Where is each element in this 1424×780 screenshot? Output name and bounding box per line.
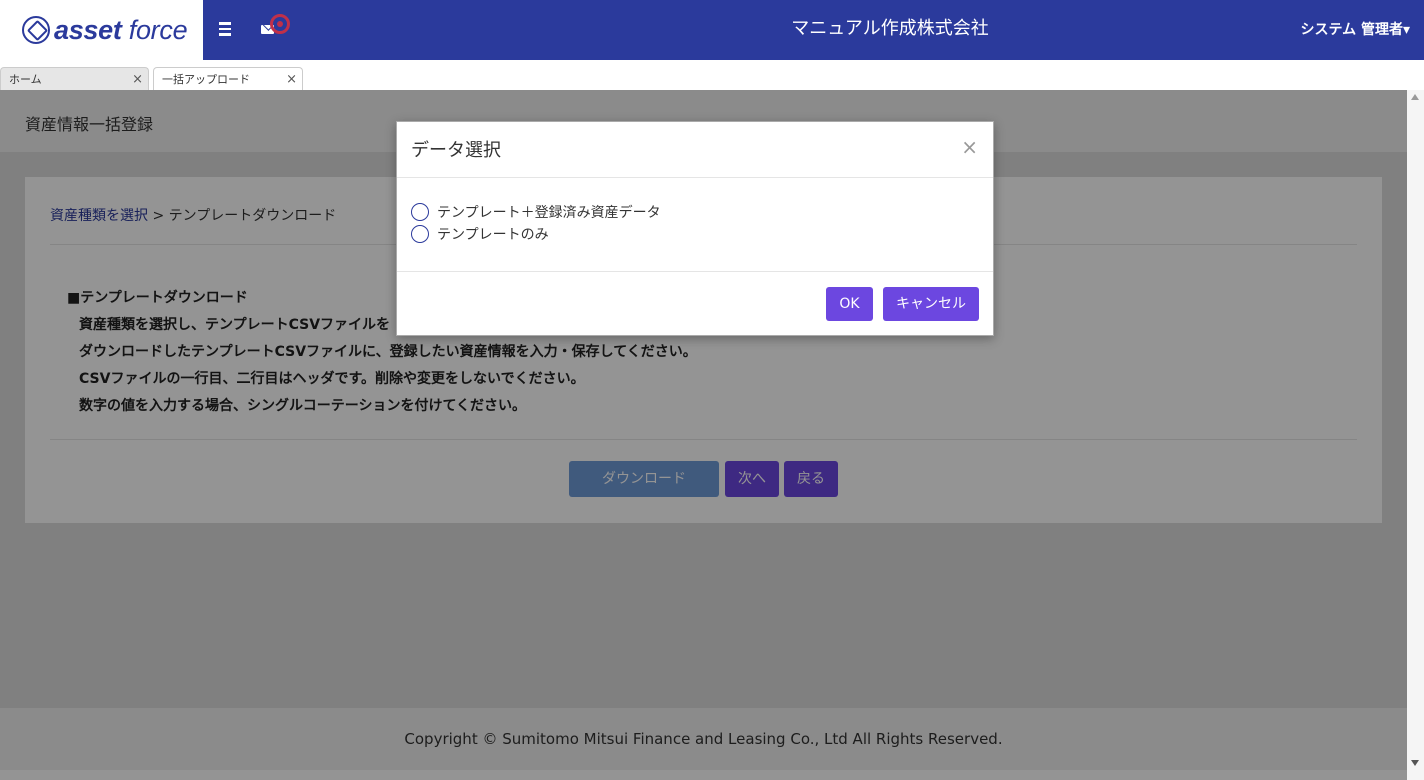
logo-text: asset force <box>54 14 188 45</box>
scroll-down-icon[interactable] <box>1411 760 1419 766</box>
close-icon[interactable]: × <box>961 135 978 159</box>
company-name: マニュアル作成株式会社 <box>791 18 989 39</box>
radio-template-with-data[interactable]: テンプレート＋登録済み資産データ <box>411 202 661 222</box>
dialog-title: データ選択 <box>411 140 501 161</box>
radio-circle-icon[interactable] <box>411 203 429 221</box>
tab-bar: ホーム × 一括アップロード × <box>0 60 1424 90</box>
radio-template-only[interactable]: テンプレートのみ <box>411 224 549 244</box>
scroll-up-icon[interactable] <box>1411 94 1419 100</box>
ok-button[interactable]: OK <box>826 287 873 321</box>
tab-home[interactable]: ホーム × <box>0 67 149 90</box>
close-icon[interactable]: × <box>286 72 297 87</box>
divider <box>397 177 993 178</box>
app-header: asset force マニュアル作成株式会社 システム 管理者▾ <box>0 0 1424 60</box>
user-menu[interactable]: システム 管理者▾ <box>1301 0 1411 60</box>
close-icon[interactable]: × <box>132 72 143 87</box>
radio-circle-icon[interactable] <box>411 225 429 243</box>
mail-icon[interactable] <box>258 14 294 44</box>
tab-bulk-upload[interactable]: 一括アップロード × <box>153 67 303 90</box>
cancel-button[interactable]: キャンセル <box>883 287 979 321</box>
data-selection-dialog: データ選択 × テンプレート＋登録済み資産データ テンプレートのみ OK キャン… <box>396 121 994 336</box>
logo-icon <box>22 16 50 44</box>
logo[interactable]: asset force <box>0 0 203 60</box>
divider <box>397 271 993 272</box>
hamburger-menu-icon[interactable] <box>214 18 236 40</box>
vertical-scrollbar[interactable] <box>1407 90 1424 780</box>
caret-down-icon: ▾ <box>1402 22 1410 38</box>
notification-badge <box>270 14 290 34</box>
